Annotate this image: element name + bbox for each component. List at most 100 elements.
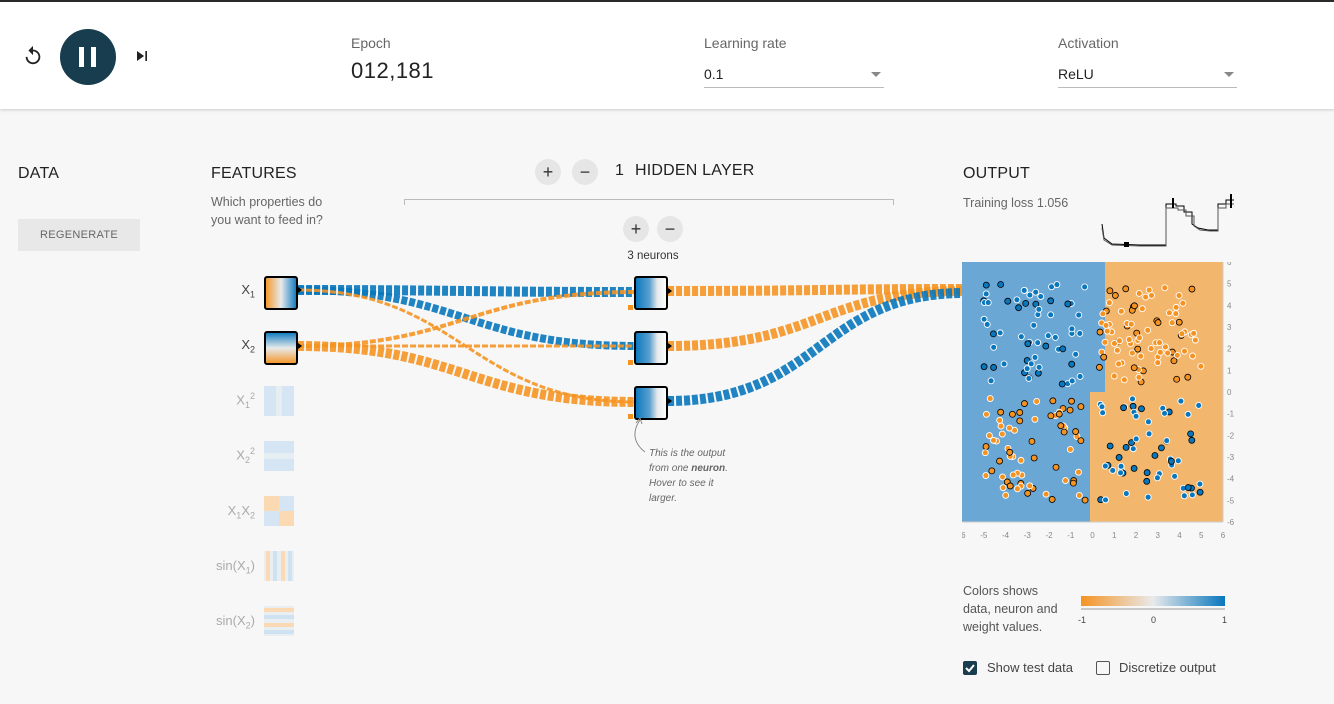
data-point bbox=[1068, 397, 1075, 405]
x-tick-label: -4 bbox=[1002, 531, 1010, 540]
y-axis-ticks: 6 5 4 3 2 1 0 -1 -2 -3 -4 -5 -6 bbox=[1227, 262, 1235, 527]
data-point bbox=[1068, 325, 1076, 333]
data-point bbox=[1132, 435, 1140, 443]
data-point bbox=[982, 472, 990, 479]
data-point bbox=[1009, 410, 1016, 418]
data-point bbox=[1042, 342, 1050, 350]
data-point bbox=[1143, 477, 1151, 485]
data-point bbox=[1144, 493, 1152, 501]
data-point bbox=[1109, 467, 1117, 474]
data-point bbox=[1161, 409, 1168, 417]
loss-sparkline bbox=[1101, 194, 1234, 247]
data-point bbox=[1033, 398, 1041, 405]
y-tick-label: 6 bbox=[1227, 262, 1232, 267]
data-point bbox=[1197, 362, 1205, 370]
feature-sinx1-band1 bbox=[266, 551, 270, 581]
data-point bbox=[1125, 336, 1133, 343]
show-test-data-label[interactable]: Show test data bbox=[987, 660, 1073, 675]
feature-sinx1-band3 bbox=[281, 551, 285, 581]
data-point bbox=[1047, 412, 1055, 420]
data-point bbox=[980, 363, 988, 371]
data-point bbox=[1120, 376, 1128, 384]
data-point bbox=[1095, 363, 1103, 371]
data-point bbox=[980, 315, 988, 323]
data-point bbox=[999, 484, 1007, 492]
data-point bbox=[990, 330, 997, 338]
data-point bbox=[1042, 490, 1050, 498]
x-tick-label: 6 bbox=[1221, 531, 1226, 540]
x-tick-label: 3 bbox=[1156, 531, 1161, 540]
data-point bbox=[1072, 350, 1080, 358]
data-point bbox=[986, 395, 994, 402]
data-point bbox=[1145, 430, 1153, 438]
data-point bbox=[1144, 326, 1152, 334]
data-point bbox=[990, 364, 998, 371]
y-tick-label: -1 bbox=[1227, 410, 1235, 419]
data-point bbox=[996, 416, 1004, 424]
neuron-1-bias[interactable] bbox=[628, 305, 633, 310]
x-tick-label: 0 bbox=[1090, 531, 1095, 540]
data-point bbox=[1179, 299, 1187, 307]
data-point bbox=[1064, 300, 1072, 308]
data-point bbox=[1173, 375, 1181, 383]
discretize-output-checkbox[interactable] bbox=[1096, 661, 1110, 675]
data-point bbox=[1135, 373, 1143, 381]
loss-marker bbox=[1124, 242, 1129, 247]
neuron-3-bias[interactable] bbox=[628, 414, 633, 419]
training-loss-value: 1.056 bbox=[1036, 196, 1069, 210]
data-point bbox=[1106, 287, 1114, 295]
note-arrow bbox=[634, 419, 646, 453]
data-point bbox=[1030, 454, 1038, 462]
data-point bbox=[1013, 485, 1021, 493]
neuron-1[interactable] bbox=[634, 276, 668, 310]
data-point bbox=[1034, 369, 1042, 377]
data-point bbox=[1072, 428, 1080, 435]
data-point bbox=[1117, 307, 1125, 315]
data-point bbox=[1016, 417, 1024, 425]
data-point bbox=[1110, 372, 1118, 380]
note-line2-pre: from one bbox=[649, 463, 692, 474]
data-point bbox=[1035, 363, 1043, 371]
data-point bbox=[997, 422, 1005, 430]
show-test-data-checkbox[interactable] bbox=[963, 661, 977, 675]
data-point bbox=[1127, 320, 1135, 328]
data-point bbox=[1103, 327, 1111, 335]
neuron-3[interactable] bbox=[634, 386, 668, 420]
feature-node-x1[interactable] bbox=[264, 276, 298, 310]
data-point bbox=[1081, 496, 1089, 504]
neuron-2-bias[interactable] bbox=[628, 360, 633, 365]
data-point bbox=[996, 329, 1004, 337]
data-point bbox=[1024, 340, 1032, 348]
data-point bbox=[1057, 422, 1065, 430]
data-point bbox=[1145, 286, 1153, 294]
data-point bbox=[1157, 444, 1165, 452]
data-point bbox=[1122, 443, 1130, 451]
data-point bbox=[1051, 333, 1059, 341]
neuron-2[interactable] bbox=[634, 331, 668, 365]
data-point bbox=[981, 449, 989, 457]
data-point bbox=[1017, 456, 1025, 464]
data-point bbox=[1165, 309, 1173, 317]
data-point bbox=[1131, 302, 1138, 310]
data-point bbox=[982, 410, 990, 418]
data-point bbox=[1075, 468, 1082, 476]
data-point bbox=[1196, 488, 1204, 496]
feature-sinx1-band4 bbox=[288, 551, 292, 581]
training-loss: Training loss 1.056 bbox=[963, 194, 1068, 212]
data-point bbox=[1156, 339, 1163, 347]
data-point bbox=[1059, 345, 1067, 353]
feature-node-x2[interactable] bbox=[264, 331, 298, 365]
data-point bbox=[996, 457, 1003, 465]
output-plot[interactable]: 6 5 4 3 2 1 0 -1 -2 -3 -4 -5 -6 -6 -5 -4 -3 -2 -1 0 1 2 3 4 5 6 bbox=[962, 262, 1242, 552]
discretize-output-label[interactable]: Discretize output bbox=[1119, 660, 1216, 675]
data-point bbox=[1015, 304, 1022, 312]
data-point bbox=[1129, 395, 1136, 403]
data-point bbox=[1047, 297, 1055, 305]
checkmark-icon bbox=[965, 664, 975, 673]
loss-spike-b bbox=[1230, 194, 1232, 208]
data-point bbox=[984, 299, 992, 307]
data-point bbox=[1164, 349, 1172, 357]
data-point bbox=[997, 408, 1005, 416]
data-point bbox=[1013, 296, 1021, 304]
data-point bbox=[1101, 462, 1109, 470]
